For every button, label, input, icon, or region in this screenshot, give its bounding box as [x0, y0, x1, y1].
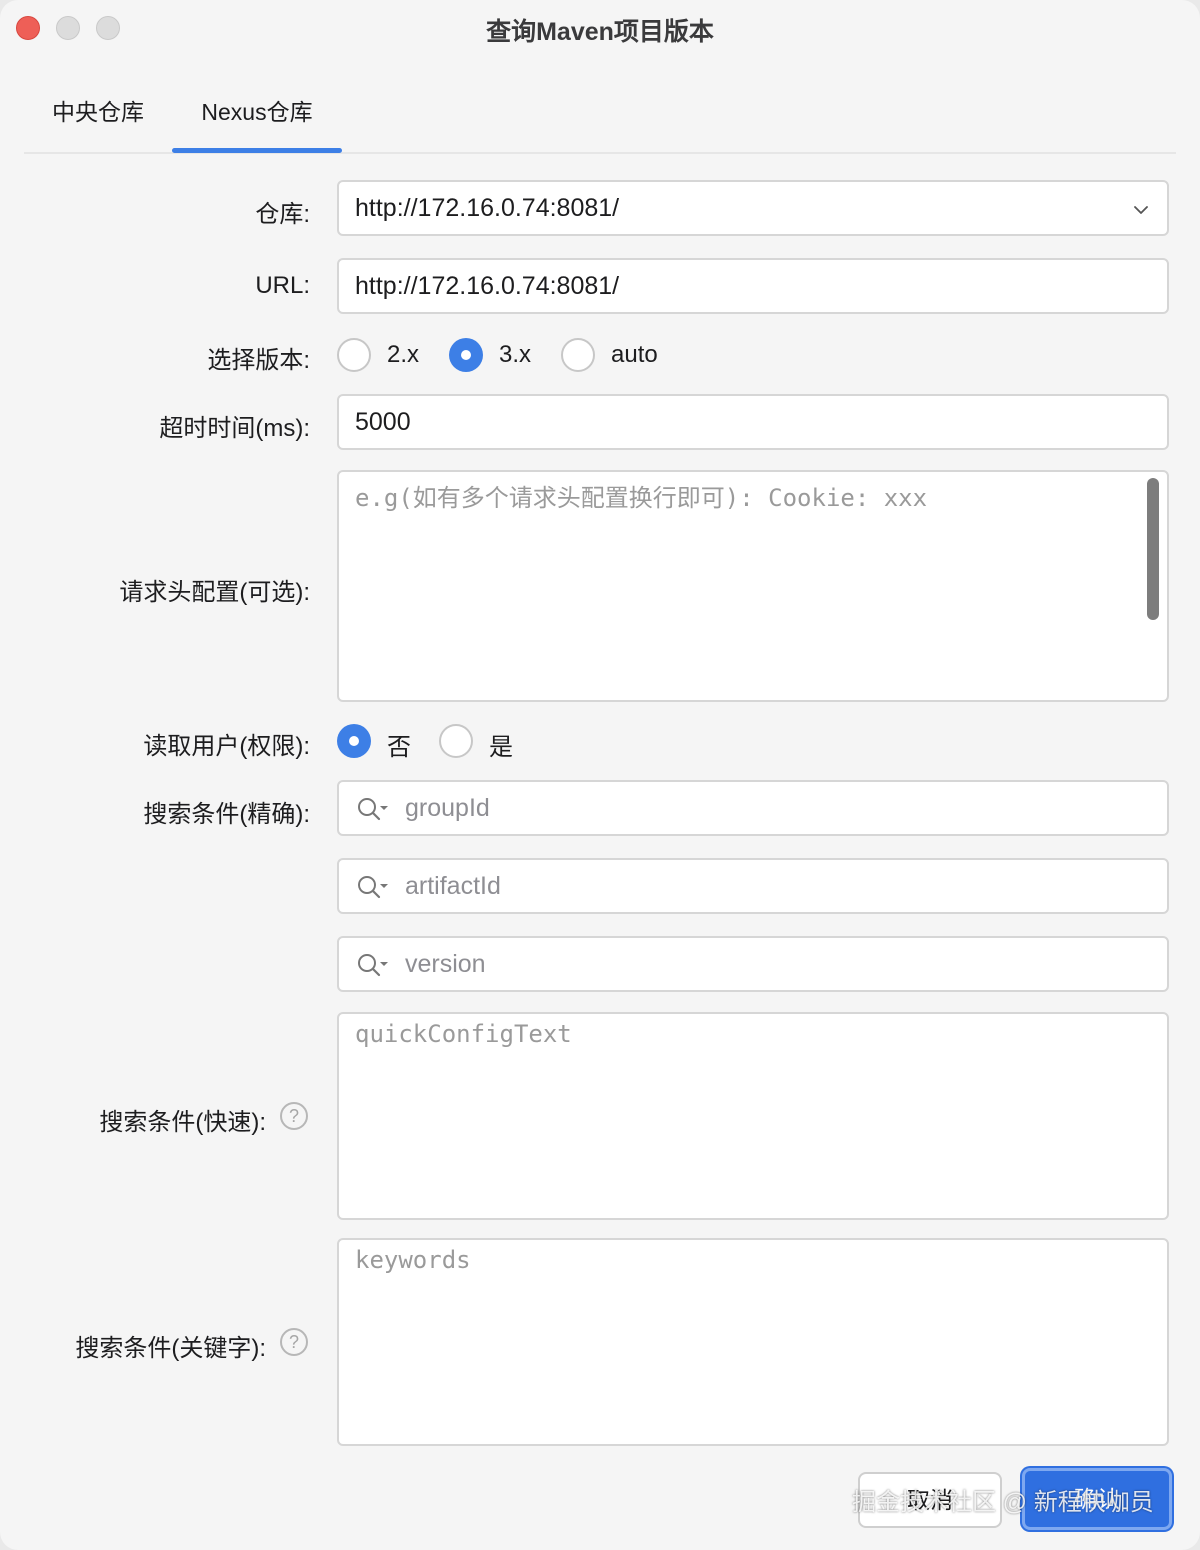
radio-version-3x[interactable] [449, 338, 483, 372]
group-id-placeholder: groupId [405, 794, 490, 822]
radio-read-user-yes[interactable] [439, 724, 473, 758]
radio-version-auto-label: auto [611, 341, 658, 368]
keyword-search-label: 搜索条件(关键字): [75, 1335, 266, 1362]
dialog-window: 查询Maven项目版本 中央仓库 Nexus仓库 仓库: http://172.… [0, 0, 1200, 1550]
exact-search-label: 搜索条件(精确): [143, 801, 310, 828]
url-input[interactable]: http://172.16.0.74:8081/ [337, 258, 1169, 314]
search-dropdown-icon [358, 954, 388, 977]
timeout-input[interactable]: 5000 [337, 394, 1169, 450]
headers-label: 请求头配置(可选): [119, 579, 310, 606]
keyword-search-placeholder: keywords [355, 1246, 471, 1274]
active-tab-indicator [172, 148, 342, 153]
radio-read-user-no-label: 否 [387, 734, 411, 761]
window-title: 查询Maven项目版本 [486, 18, 714, 46]
repository-label: 仓库: [255, 201, 310, 228]
quick-search-textarea[interactable]: quickConfigText [337, 1012, 1169, 1220]
repository-tabs: 中央仓库 Nexus仓库 [24, 80, 1176, 154]
keyword-search-help-icon[interactable]: ? [280, 1328, 308, 1356]
headers-placeholder: e.g(如有多个请求头配置换行即可): Cookie: xxx [355, 484, 928, 512]
watermark-text: 掘金技术社区 @ 新程快咖员 [852, 1489, 1154, 1516]
version-placeholder: version [405, 950, 486, 978]
version-search-input[interactable]: version [337, 936, 1169, 992]
keyword-search-textarea[interactable]: keywords [337, 1238, 1169, 1446]
quick-search-label: 搜索条件(快速): [99, 1109, 266, 1136]
artifact-id-search-input[interactable]: artifactId [337, 858, 1169, 914]
headers-textarea[interactable]: e.g(如有多个请求头配置换行即可): Cookie: xxx [337, 470, 1169, 702]
read-user-label: 读取用户(权限): [143, 733, 310, 760]
radio-read-user-no[interactable] [337, 724, 371, 758]
radio-version-2x-label: 2.x [387, 341, 420, 368]
quick-search-placeholder: quickConfigText [355, 1020, 572, 1048]
search-dropdown-icon [358, 876, 388, 899]
timeout-input-value: 5000 [355, 408, 411, 436]
chevron-down-icon [1134, 206, 1148, 214]
timeout-label: 超时时间(ms): [159, 415, 310, 442]
repository-select[interactable]: http://172.16.0.74:8081/ [337, 180, 1169, 236]
radio-version-2x[interactable] [337, 338, 371, 372]
radio-version-3x-label: 3.x [499, 341, 532, 368]
tab-nexus-repository[interactable]: Nexus仓库 [172, 80, 342, 154]
search-dropdown-icon [358, 798, 388, 821]
artifact-id-placeholder: artifactId [405, 872, 501, 900]
tab-central-repository[interactable]: 中央仓库 [24, 80, 172, 154]
quick-search-help-icon[interactable]: ? [280, 1102, 308, 1130]
repository-select-value: http://172.16.0.74:8081/ [355, 194, 620, 222]
headers-scrollbar[interactable] [1147, 478, 1159, 620]
radio-read-user-yes-label: 是 [489, 734, 513, 761]
url-input-value: http://172.16.0.74:8081/ [355, 272, 620, 300]
title-bar: 查询Maven项目版本 [0, 0, 1200, 56]
radio-version-auto[interactable] [561, 338, 595, 372]
version-label: 选择版本: [207, 347, 310, 374]
url-label: URL: [255, 272, 310, 299]
group-id-search-input[interactable]: groupId [337, 780, 1169, 836]
